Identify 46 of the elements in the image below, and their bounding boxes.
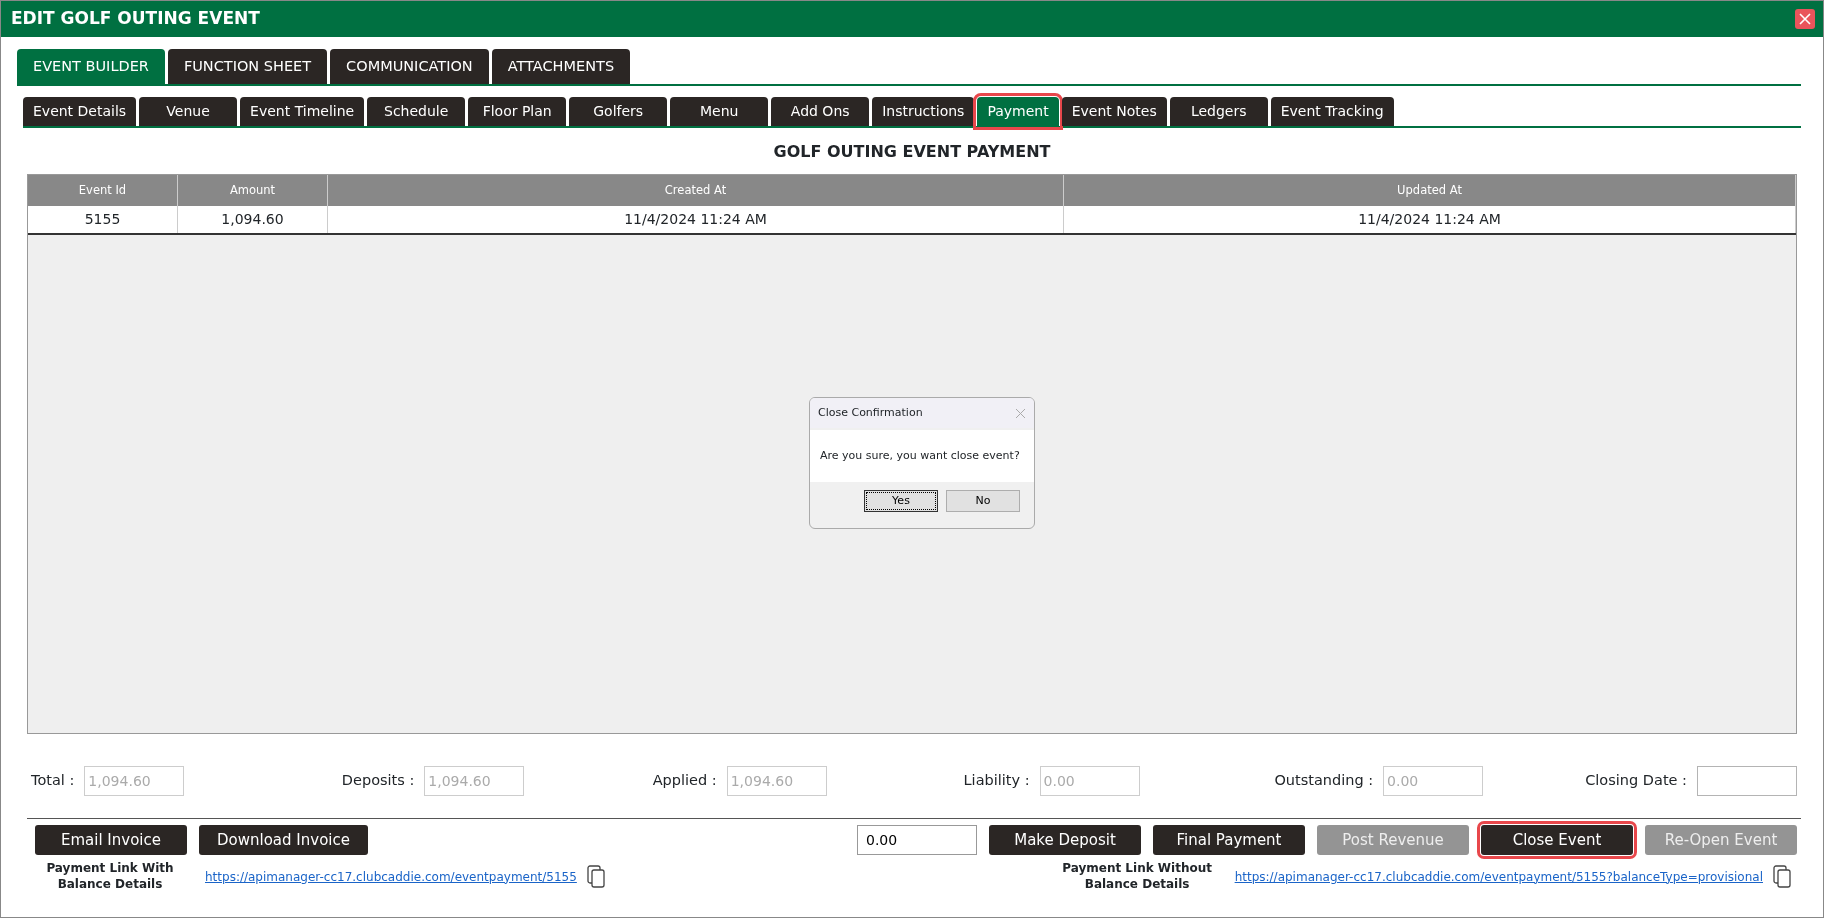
sub-tab[interactable]: Event Timeline — [240, 97, 365, 126]
sub-tab[interactable]: Instructions — [872, 97, 975, 126]
action-button[interactable]: Final Payment — [1153, 825, 1305, 855]
field-label: Total : — [31, 771, 75, 791]
dialog-message: Are you sure, you want close event? — [810, 430, 1034, 482]
section-heading: GOLF OUTING EVENT PAYMENT — [772, 141, 1052, 163]
field-label: Outstanding : — [1274, 771, 1374, 791]
dialog-title: Close Confirmation — [818, 404, 923, 421]
action-button[interactable]: Email Invoice — [35, 825, 187, 855]
main-tab[interactable]: COMMUNICATION — [330, 49, 489, 84]
field-label: Deposits : — [341, 771, 415, 791]
link-label: Payment Link Without Balance Details — [1061, 861, 1213, 893]
sub-tab[interactable]: Schedule — [367, 97, 466, 126]
link-label: Payment Link With Balance Details — [45, 861, 175, 893]
table-cell: 11/4/2024 11:24 AM — [1064, 206, 1796, 233]
payment-link[interactable]: https://apimanager-cc17.clubcaddie.com/eventpayment/5155?balanceType=provisional — [1234, 867, 1763, 886]
field-label: Liability : — [963, 771, 1030, 791]
action-button[interactable]: Make Deposit — [989, 825, 1141, 855]
sub-tab[interactable]: Event Notes — [1061, 97, 1167, 126]
sub-tab[interactable]: Event Details — [23, 97, 137, 126]
sub-tab[interactable]: Event Tracking — [1270, 97, 1394, 126]
input-field[interactable] — [1697, 766, 1797, 796]
dialog-button[interactable]: Yes — [864, 490, 938, 512]
field-label: Applied : — [652, 771, 717, 791]
sub-tab[interactable]: Ledgers — [1169, 97, 1268, 126]
window-title: EDIT GOLF OUTING EVENT — [11, 7, 260, 31]
sub-tab[interactable]: Golfers — [569, 97, 668, 126]
payment-link[interactable]: https://apimanager-cc17.clubcaddie.com/eventpayment/5155 — [205, 867, 577, 886]
action-button[interactable]: Download Invoice — [199, 825, 368, 855]
sub-tab[interactable]: Floor Plan — [468, 97, 567, 126]
sub-tab[interactable]: Venue — [139, 97, 238, 126]
sub-tab[interactable]: Add Ons — [771, 97, 870, 126]
main-tab[interactable]: EVENT BUILDER — [17, 49, 165, 84]
sub-tab[interactable]: Menu — [670, 97, 769, 126]
table-cell: 1,094.60 — [178, 206, 328, 233]
main-tab[interactable]: FUNCTION SHEET — [167, 49, 328, 84]
copy-icon[interactable] — [1773, 864, 1793, 889]
dialog-button[interactable]: No — [946, 490, 1020, 512]
field-label: Closing Date : — [1585, 771, 1687, 791]
close-icon — [1799, 13, 1811, 25]
close-button[interactable] — [1795, 9, 1815, 29]
main-tab[interactable]: ATTACHMENTS — [491, 49, 631, 84]
copy-icon[interactable] — [586, 864, 607, 889]
table-cell: 11/4/2024 11:24 AM — [328, 206, 1064, 233]
table-cell: 5155 — [28, 206, 178, 233]
amount-field[interactable]: 0.00 — [857, 825, 977, 855]
